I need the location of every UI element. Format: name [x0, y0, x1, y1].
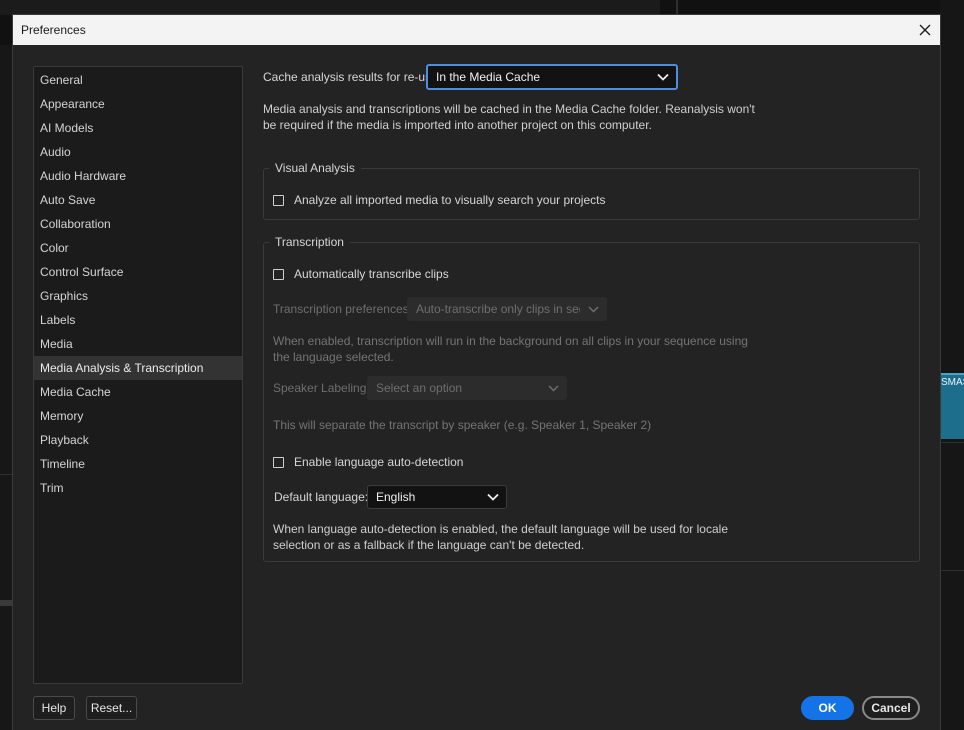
dialog-title: Preferences [21, 23, 86, 37]
chevron-down-icon [540, 377, 566, 399]
background-track-line [0, 600, 13, 606]
background-track-line [940, 442, 964, 443]
sidebar-item-timeline[interactable]: Timeline [34, 452, 242, 476]
visual-analysis-checkbox-row[interactable]: Analyze all imported media to visually s… [273, 193, 605, 207]
cache-analysis-label: Cache analysis results for re-use: [263, 70, 442, 84]
sidebar-item-labels[interactable]: Labels [34, 308, 242, 332]
auto-detect-checkbox-row[interactable]: Enable language auto-detection [273, 455, 463, 469]
default-language-label: Default language: [274, 490, 369, 504]
transcription-preferences-value: Auto-transcribe only clips in seq... [416, 302, 580, 316]
transcription-title: Transcription [269, 235, 350, 249]
sidebar-item-media-analysis-transcription[interactable]: Media Analysis & Transcription [34, 356, 242, 380]
auto-detect-checkbox[interactable] [273, 456, 284, 468]
transcription-preferences-dropdown[interactable]: Auto-transcribe only clips in seq... [407, 297, 607, 321]
cache-analysis-dropdown[interactable]: In the Media Cache [426, 64, 678, 90]
sidebar-item-appearance[interactable]: Appearance [34, 92, 242, 116]
transcription-preferences-note: When enabled, transcription will run in … [273, 333, 748, 365]
visual-analysis-checkbox[interactable] [273, 194, 284, 206]
sidebar-item-color[interactable]: Color [34, 236, 242, 260]
sidebar-item-graphics[interactable]: Graphics [34, 284, 242, 308]
auto-transcribe-label: Automatically transcribe clips [294, 267, 449, 281]
language-note-line: selection or as a fallback if the langua… [273, 538, 585, 552]
cache-analysis-value: In the Media Cache [436, 70, 541, 84]
sidebar-item-memory[interactable]: Memory [34, 404, 242, 428]
background-divider [676, 0, 678, 15]
cancel-button[interactable]: Cancel [862, 696, 920, 720]
background-panel-top [0, 0, 660, 15]
background-track-line [0, 474, 13, 475]
cache-description-line: Media analysis and transcriptions will b… [263, 102, 755, 116]
chevron-down-icon [650, 66, 676, 88]
chevron-down-icon [580, 298, 606, 320]
speaker-labeling-dropdown[interactable]: Select an option [367, 376, 567, 400]
sidebar-item-media-cache[interactable]: Media Cache [34, 380, 242, 404]
sidebar-item-media[interactable]: Media [34, 332, 242, 356]
background-panel-left [0, 45, 13, 730]
sidebar-item-audio-hardware[interactable]: Audio Hardware [34, 164, 242, 188]
speaker-labeling-note: This will separate the transcript by spe… [273, 418, 652, 432]
sidebar-item-auto-save[interactable]: Auto Save [34, 188, 242, 212]
default-language-value: English [376, 490, 416, 504]
visual-analysis-checkbox-label: Analyze all imported media to visually s… [294, 193, 606, 207]
cache-description-line: be required if the media is imported int… [263, 118, 652, 132]
auto-detect-label: Enable language auto-detection [294, 455, 464, 469]
visual-analysis-title: Visual Analysis [269, 161, 361, 175]
sidebar-item-general[interactable]: General [34, 68, 242, 92]
reset-button[interactable]: Reset... [86, 696, 137, 720]
default-language-dropdown[interactable]: English [367, 485, 507, 509]
transcription-group [263, 242, 920, 562]
sidebar-item-playback[interactable]: Playback [34, 428, 242, 452]
preferences-category-list: General Appearance AI Models Audio Audio… [33, 66, 243, 684]
sidebar-item-ai-models[interactable]: AI Models [34, 116, 242, 140]
auto-transcribe-checkbox-row[interactable]: Automatically transcribe clips [273, 267, 449, 281]
title-bar: Preferences [13, 15, 940, 45]
background-track-line [940, 570, 964, 571]
close-icon[interactable] [910, 15, 940, 45]
transcription-note-line: When enabled, transcription will run in … [273, 334, 748, 348]
preferences-dialog: Preferences General Appearance AI Models… [13, 15, 940, 730]
sidebar-item-collaboration[interactable]: Collaboration [34, 212, 242, 236]
cache-description: Media analysis and transcriptions will b… [263, 101, 755, 133]
language-note: When language auto-detection is enabled,… [273, 521, 728, 553]
timeline-clip-label: SMAS [941, 377, 964, 388]
auto-transcribe-checkbox[interactable] [273, 268, 284, 280]
speaker-labeling-value: Select an option [376, 381, 463, 395]
transcription-preferences-label: Transcription preferences: [273, 302, 412, 316]
language-note-line: When language auto-detection is enabled,… [273, 522, 728, 536]
chevron-down-icon [480, 486, 506, 508]
background-panel-right [940, 0, 964, 730]
speaker-labeling-label: Speaker Labeling: [273, 381, 370, 395]
help-button[interactable]: Help [33, 696, 75, 720]
sidebar-item-audio[interactable]: Audio [34, 140, 242, 164]
sidebar-item-trim[interactable]: Trim [34, 476, 242, 500]
sidebar-item-control-surface[interactable]: Control Surface [34, 260, 242, 284]
timeline-clip[interactable]: SMAS [940, 373, 964, 439]
transcription-note-line: the language selected. [273, 350, 394, 364]
ok-button[interactable]: OK [801, 696, 854, 720]
